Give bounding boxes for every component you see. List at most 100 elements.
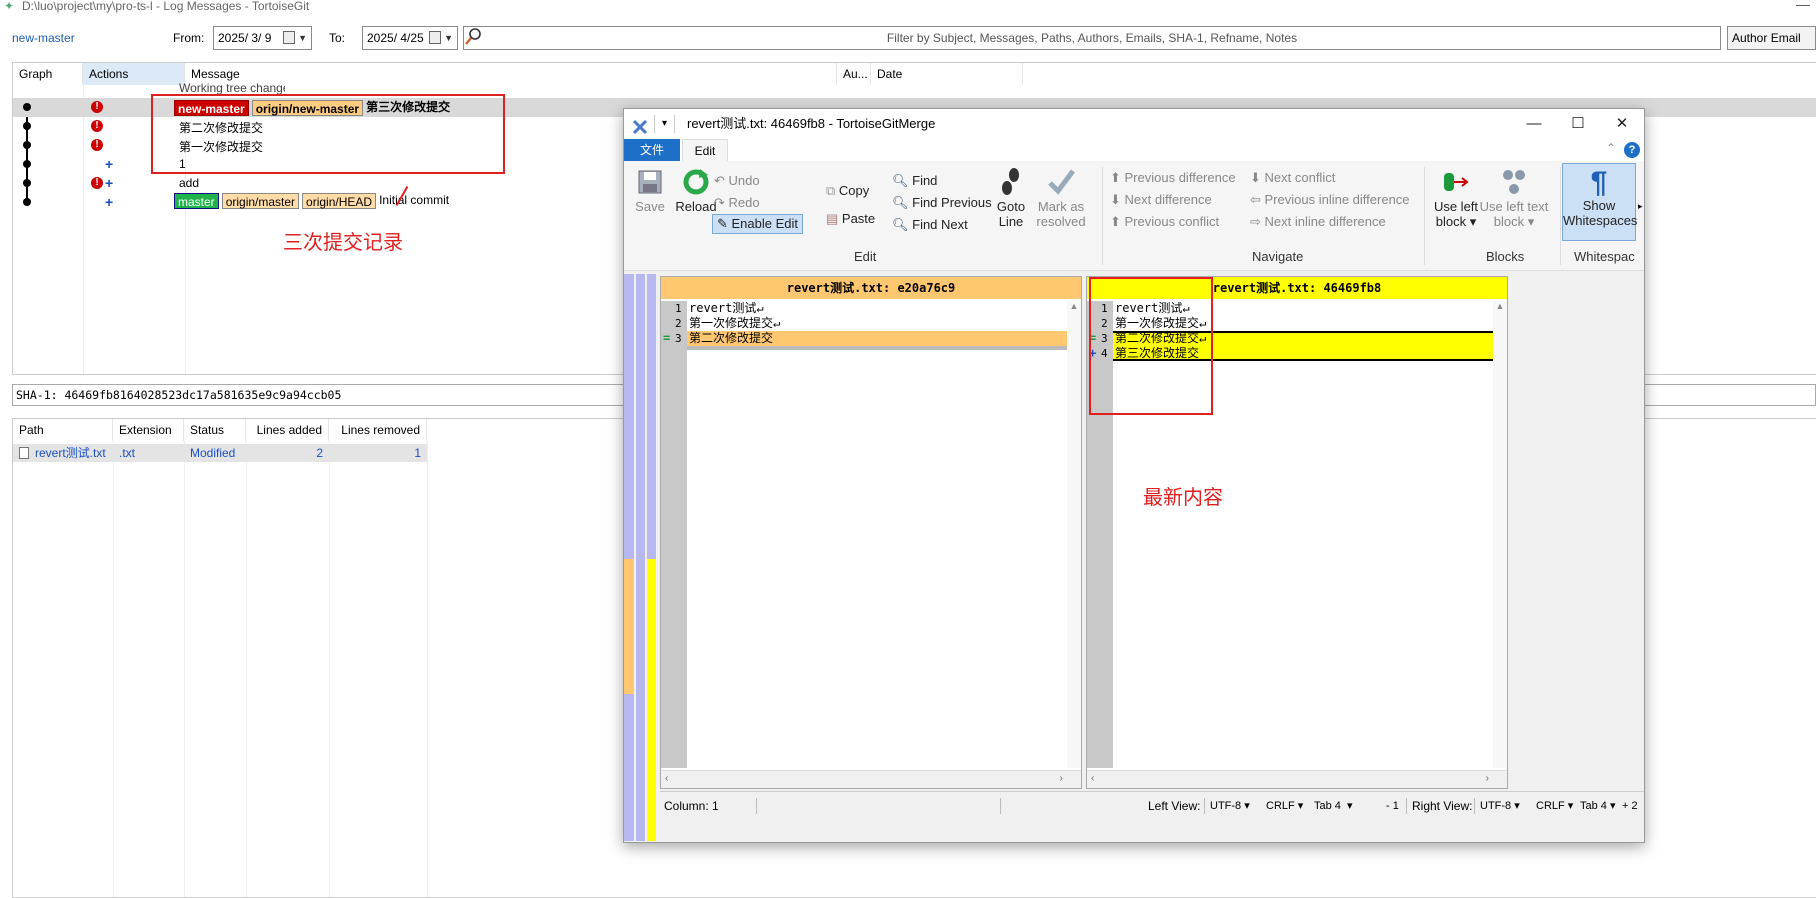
next-conflict-button[interactable]: ⬇ Next conflict — [1250, 170, 1335, 186]
merge-window[interactable]: ▾ revert测试.txt: 46469fb8 - TortoiseGitMe… — [623, 108, 1645, 843]
goto-line-button[interactable]: Goto Line — [994, 167, 1028, 229]
copy-button[interactable]: ⧉ Copy — [826, 183, 869, 199]
vertical-scrollbar[interactable]: ▲ — [1067, 301, 1081, 768]
col-actions[interactable]: Actions — [83, 63, 185, 85]
close-button[interactable]: ✕ — [1600, 109, 1644, 139]
ribbon: Save Reload ↶ Undo ↷ Redo ✎ Enable Edit … — [624, 161, 1644, 271]
right-tab-value: Tab 4 — [1580, 800, 1607, 812]
reload-button[interactable]: Reload — [674, 167, 718, 214]
col-path[interactable]: Path — [13, 419, 113, 441]
use-left-block-button[interactable]: Use left block ▾ — [1430, 167, 1482, 230]
working-tree-row[interactable]: Working tree changes — [179, 81, 285, 95]
to-date-picker[interactable]: 2025/ 4/25 ▼ — [362, 26, 458, 50]
diff-line[interactable]: = 3 第二次修改提交 — [661, 331, 1081, 346]
tab-edit[interactable]: Edit — [682, 139, 728, 161]
window-title-text: D:\luo\project\my\pro-ts-l - Log Message… — [22, 0, 310, 13]
next-inline-difference-button[interactable]: ⇨ Next inline difference — [1250, 214, 1386, 230]
mark-resolved-button[interactable]: Mark as resolved — [1034, 167, 1088, 229]
show-whitespaces-button[interactable]: ¶ Show Whitespaces — [1562, 163, 1637, 241]
merge-title-bar[interactable]: ▾ revert测试.txt: 46469fb8 - TortoiseGitMe… — [624, 109, 1644, 139]
tab-file[interactable]: 文件 — [624, 139, 680, 161]
previous-conflict-button[interactable]: ⬆ Previous conflict — [1110, 214, 1219, 230]
redo-icon: ↷ — [714, 195, 729, 210]
search-icon[interactable] — [462, 26, 486, 50]
save-label: Save — [635, 199, 665, 214]
filter-input[interactable]: Filter by Subject, Messages, Paths, Auth… — [463, 26, 1721, 50]
horizontal-scrollbar[interactable]: ‹ › — [1087, 770, 1507, 788]
paste-button[interactable]: ▤ Paste — [826, 211, 875, 227]
left-encoding-select[interactable]: UTF-8 ▾ — [1210, 792, 1250, 820]
left-pane-header: revert测试.txt: e20a76c9 — [661, 277, 1081, 299]
file-status: Modified — [190, 446, 236, 460]
to-label: To: — [329, 31, 346, 45]
arrow-down-icon: ⬇ — [1250, 170, 1265, 185]
use-left-label-2: block ▾ — [1435, 214, 1477, 229]
left-eol-select[interactable]: CRLF ▾ — [1266, 792, 1303, 820]
right-eol-select[interactable]: CRLF ▾ — [1536, 792, 1573, 820]
redo-button[interactable]: ↷ Redo — [714, 195, 760, 211]
right-tab-select[interactable]: Tab 4 ▾ — [1580, 792, 1616, 820]
plus-icon: + — [105, 156, 114, 172]
col-status[interactable]: Status — [184, 419, 246, 441]
table-row[interactable]: revert测试.txt .txt Modified 2 1 — [13, 444, 427, 462]
ribbon-scroll-right-icon[interactable]: ▸ — [1638, 201, 1643, 212]
col-date[interactable]: Date — [871, 63, 1023, 85]
use-left-text-block-button[interactable]: Use left text block ▾ — [1476, 167, 1552, 230]
arrow-down-icon: ⬇ — [1110, 192, 1125, 207]
find-previous-button[interactable]: 🔍︎ Find Previous — [892, 195, 992, 211]
previous-difference-button[interactable]: ⬆ Previous difference — [1110, 170, 1236, 186]
commit-action-icon: ! — [91, 101, 103, 113]
left-encoding-value: UTF-8 — [1210, 800, 1242, 812]
minimize-button[interactable]: — — [1796, 0, 1810, 12]
col-graph[interactable]: Graph — [13, 63, 83, 85]
help-icon[interactable]: ? — [1624, 142, 1640, 158]
col-extension[interactable]: Extension — [113, 419, 184, 441]
file-lines-added: 2 — [316, 446, 323, 460]
col-lines-added[interactable]: Lines added — [246, 419, 329, 441]
from-date-picker[interactable]: 2025/ 3/ 9 ▼ — [213, 26, 312, 50]
previous-inline-difference-button[interactable]: ⇦ Previous inline difference — [1250, 192, 1410, 208]
save-button[interactable]: Save — [630, 167, 670, 214]
location-bar[interactable] — [624, 274, 634, 841]
paste-label: Paste — [841, 211, 876, 226]
edit-icon: ✎ — [717, 216, 732, 231]
horizontal-scrollbar[interactable]: ‹ › — [661, 770, 1081, 788]
enable-edit-button[interactable]: ✎ Enable Edit — [712, 214, 804, 234]
branch-tag: origin/master — [221, 193, 300, 209]
annotation-latest: 最新内容 — [1143, 487, 1223, 509]
find-next-button[interactable]: 🔍︎ Find Next — [892, 217, 968, 233]
previous-conflict-label: Previous conflict — [1124, 214, 1220, 229]
left-diff-pane[interactable]: revert测试.txt: e20a76c9 1 revert测试↵ 2 第一次修改… — [660, 276, 1082, 789]
right-encoding-select[interactable]: UTF-8 ▾ — [1480, 792, 1520, 820]
diff-line[interactable]: 1 revert测试↵ — [661, 301, 1081, 316]
col-lines-removed[interactable]: Lines removed — [329, 419, 427, 441]
col-author[interactable]: Au... — [837, 63, 871, 85]
minimize-button[interactable]: — — [1512, 109, 1556, 139]
branch-tag: master — [174, 193, 219, 209]
file-path: revert测试.txt — [35, 446, 106, 460]
merge-title: revert测试.txt: 46469fb8 - TortoiseGitMerg… — [687, 116, 936, 131]
next-difference-button[interactable]: ⬇ Next difference — [1110, 192, 1212, 208]
quick-access-dropdown-icon[interactable]: ▾ — [662, 109, 667, 139]
branch-link[interactable]: new-master — [12, 31, 75, 45]
undo-button[interactable]: ↶ Undo — [714, 173, 760, 189]
right-eol-value: CRLF — [1536, 800, 1565, 812]
find-previous-label: Find Previous — [912, 195, 992, 210]
diff-line[interactable]: 2 第一次修改提交↵ — [661, 316, 1081, 331]
group-whitespace-label: Whitespac — [1574, 249, 1635, 264]
previous-difference-label: Previous difference — [1124, 170, 1236, 185]
find-button[interactable]: 🔍︎ Find — [892, 173, 937, 189]
group-edit-label: Edit — [854, 249, 877, 264]
group-navigate-label: Navigate — [1252, 249, 1304, 264]
status-left-view: Left View: — [1148, 799, 1201, 813]
vertical-scrollbar[interactable]: ▲ — [1493, 301, 1507, 768]
left-tab-select[interactable]: Tab 4 ▾ — [1314, 792, 1353, 820]
annotation-box — [151, 94, 505, 174]
maximize-button[interactable]: ☐ — [1556, 109, 1600, 139]
right-diff-pane[interactable]: revert测试.txt: 46469fb8 1 revert测试↵ 2 第一次修改… — [1086, 276, 1508, 789]
window-title: ✦ D:\luo\project\my\pro-ts-l - Log Messa… — [0, 0, 1816, 14]
author-email-button[interactable]: Author Email — [1727, 26, 1816, 50]
collapse-ribbon-icon[interactable]: ⌃ — [1606, 141, 1616, 155]
chevron-down-icon: ▼ — [444, 33, 453, 43]
left-eol-value: CRLF — [1266, 800, 1295, 812]
